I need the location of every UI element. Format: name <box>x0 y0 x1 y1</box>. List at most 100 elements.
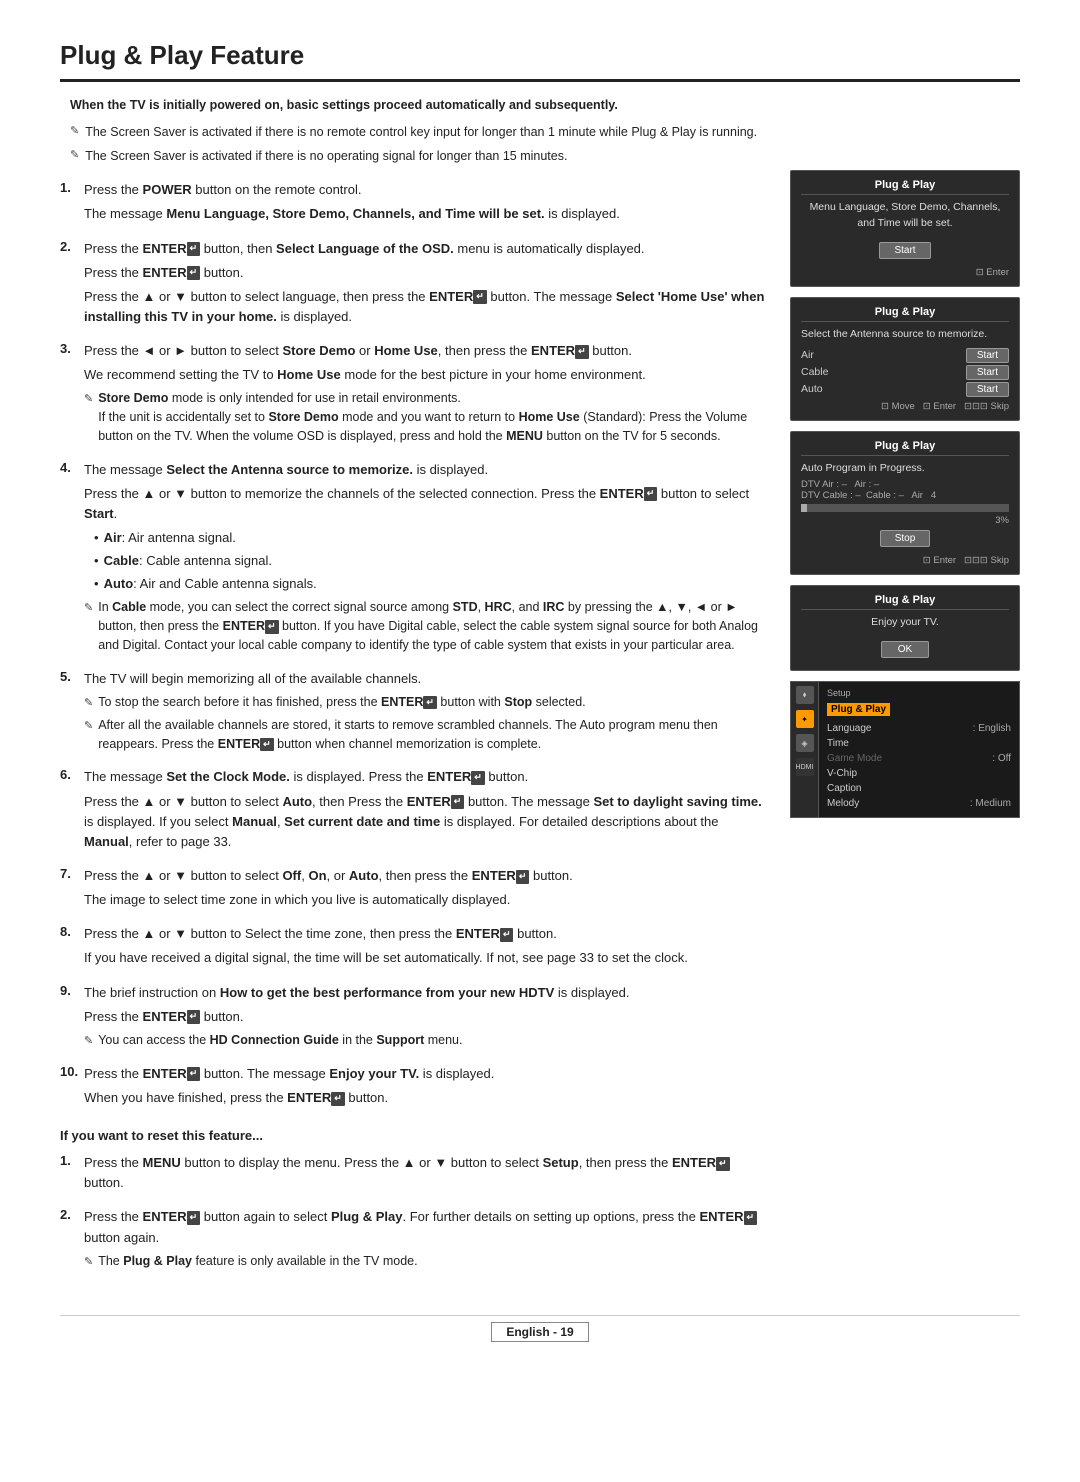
step-9: The brief instruction on How to get the … <box>60 983 770 1054</box>
note-2: ✎ The Screen Saver is activated if there… <box>60 147 1020 166</box>
tv-panel-3-dtv-row1: DTV Air : – Air : – <box>801 479 1009 490</box>
tv-panel-2-row-2: Cable Start <box>801 365 1009 380</box>
step-10-line-1: Press the ENTER↵ button. The message Enj… <box>84 1064 770 1084</box>
note-icon-1: ✎ <box>70 124 79 137</box>
setup-menu-title: Plug & Play <box>827 703 890 716</box>
tv-panel-3-footer: ⊡ Enter ⊡⊡⊡ Skip <box>801 555 1009 566</box>
step-7: Press the ▲ or ▼ button to select Off, O… <box>60 866 770 914</box>
reset-title: If you want to reset this feature... <box>60 1128 770 1143</box>
reset-step-2-line-1: Press the ENTER↵ button again to select … <box>84 1207 770 1247</box>
setup-panel: ⬧ ✦ ◈ HDMI Setup Plug & Play Language : … <box>790 681 1020 818</box>
step-3-note-icon: ✎ <box>84 391 93 408</box>
page-number: English - 19 <box>491 1322 588 1342</box>
setup-sidebar: ⬧ ✦ ◈ HDMI <box>791 682 819 817</box>
note-icon-2: ✎ <box>70 148 79 161</box>
step-4-line-2: Press the ▲ or ▼ button to memorize the … <box>84 484 770 524</box>
step-4-content: The message Select the Antenna source to… <box>84 460 770 659</box>
step-1-content: Press the POWER button on the remote con… <box>84 180 770 228</box>
setup-menu-vchip-label: V-Chip <box>827 768 857 779</box>
setup-icon-1: ⬧ <box>796 686 814 704</box>
step-4-note-icon: ✎ <box>84 600 93 617</box>
note-text-2: The Screen Saver is activated if there i… <box>85 147 567 166</box>
step-5-note-text-1: To stop the search before it has finishe… <box>98 693 585 712</box>
setup-menu-vchip: V-Chip <box>827 766 1011 781</box>
step-2-content: Press the ENTER↵ button, then Select Lan… <box>84 239 770 332</box>
step-3-line-1: Press the ◄ or ► button to select Store … <box>84 341 770 361</box>
step-5-note-icon-2: ✎ <box>84 718 93 735</box>
setup-menu-melody: Melody : Medium <box>827 796 1011 811</box>
tv-panel-3-title: Plug & Play <box>801 440 1009 456</box>
step-5-subnote-2: ✎ After all the available channels are s… <box>84 716 770 754</box>
step-8-line-2: If you have received a digital signal, t… <box>84 948 770 968</box>
setup-icon-2: ✦ <box>796 710 814 728</box>
note-text-1: The Screen Saver is activated if there i… <box>85 123 757 142</box>
tv-panel-4-body: Enjoy your TV. <box>801 615 1009 631</box>
step-3-content: Press the ◄ or ► button to select Store … <box>84 341 770 450</box>
reset-step-1-line-1: Press the MENU button to display the men… <box>84 1153 770 1193</box>
step-2-line-3: Press the ▲ or ▼ button to select langua… <box>84 287 770 327</box>
tv-panel-3-percent: 3% <box>801 515 1009 526</box>
tv-panel-3-stop-btn: Stop <box>880 530 931 547</box>
step-7-content: Press the ▲ or ▼ button to select Off, O… <box>84 866 770 914</box>
step-4-bullets: Air: Air antenna signal. Cable: Cable an… <box>84 528 770 594</box>
step-5-content: The TV will begin memorizing all of the … <box>84 669 770 758</box>
reset-step-2-content: Press the ENTER↵ button again to select … <box>84 1207 770 1274</box>
tv-panel-3-progress-bar <box>801 504 1009 512</box>
setup-menu-caption: Caption <box>827 781 1011 796</box>
tv-panel-1-title: Plug & Play <box>801 179 1009 195</box>
tv-panel-2-row-2-label: Cable <box>801 366 828 378</box>
step-9-note-text: You can access the HD Connection Guide i… <box>98 1031 462 1050</box>
step-4-subnote: ✎ In Cable mode, you can select the corr… <box>84 598 770 654</box>
step-6-content: The message Set the Clock Mode. is displ… <box>84 767 770 856</box>
setup-label: Setup <box>827 688 1011 698</box>
step-3: Press the ◄ or ► button to select Store … <box>60 341 770 450</box>
tv-panel-3-body: Auto Program in Progress. <box>801 461 1009 477</box>
intro-bold: When the TV is initially powered on, bas… <box>70 96 618 115</box>
tv-panel-2-row-1-btn: Start <box>966 348 1009 363</box>
setup-icon-3: ◈ <box>796 734 814 752</box>
reset-steps-list: Press the MENU button to display the men… <box>60 1153 770 1275</box>
setup-menu-language-label: Language <box>827 723 872 734</box>
tv-panel-2-row-1: Air Start <box>801 348 1009 363</box>
step-7-line-2: The image to select time zone in which y… <box>84 890 770 910</box>
tv-panel-1-body: Menu Language, Store Demo, Channels, and… <box>801 200 1009 232</box>
tv-panel-2: Plug & Play Select the Antenna source to… <box>790 297 1020 421</box>
setup-menu-caption-label: Caption <box>827 783 861 794</box>
right-column: Plug & Play Menu Language, Store Demo, C… <box>790 170 1020 1285</box>
tv-panel-3-progress-fill <box>801 504 807 512</box>
step-4: The message Select the Antenna source to… <box>60 460 770 659</box>
bullet-cable: Cable: Cable antenna signal. <box>94 551 770 571</box>
setup-menu-language: Language : English <box>827 721 1011 736</box>
step-8: Press the ▲ or ▼ button to Select the ti… <box>60 924 770 972</box>
step-1: Press the POWER button on the remote con… <box>60 180 770 228</box>
tv-panel-4-title: Plug & Play <box>801 594 1009 610</box>
tv-panel-3-dtv-row2: DTV Cable : – Cable : – Air 4 <box>801 490 1009 501</box>
setup-menu-gamemode-val: : Off <box>992 753 1011 764</box>
step-3-line-2: We recommend setting the TV to Home Use … <box>84 365 770 385</box>
bullet-auto: Auto: Air and Cable antenna signals. <box>94 574 770 594</box>
reset-step-1-content: Press the MENU button to display the men… <box>84 1153 770 1197</box>
tv-panel-2-body: Select the Antenna source to memorize. <box>801 327 1009 343</box>
tv-panel-4: Plug & Play Enjoy your TV. OK <box>790 585 1020 671</box>
setup-icon-4: HDMI <box>796 758 814 776</box>
note-1: ✎ The Screen Saver is activated if there… <box>60 123 1020 142</box>
setup-menu-time-label: Time <box>827 738 849 749</box>
left-column: Press the POWER button on the remote con… <box>60 170 770 1285</box>
tv-panel-3: Plug & Play Auto Program in Progress. DT… <box>790 431 1020 576</box>
tv-panel-2-footer: ⊡ Move ⊡ Enter ⊡⊡⊡ Skip <box>801 401 1009 412</box>
setup-menu-melody-val: : Medium <box>970 798 1011 809</box>
step-5-note-icon-1: ✎ <box>84 695 93 712</box>
setup-menu-language-val: : English <box>973 723 1011 734</box>
setup-menu-gamemode-label: Game Mode <box>827 753 882 764</box>
setup-menu-time: Time <box>827 736 1011 751</box>
step-7-line-1: Press the ▲ or ▼ button to select Off, O… <box>84 866 770 886</box>
step-2-line-1: Press the ENTER↵ button, then Select Lan… <box>84 239 770 259</box>
tv-panel-2-row-3-label: Auto <box>801 383 823 395</box>
tv-panel-1-btn: Start <box>879 242 930 259</box>
page-footer: English - 19 <box>60 1315 1020 1339</box>
step-1-line-1: Press the POWER button on the remote con… <box>84 180 770 200</box>
step-10-content: Press the ENTER↵ button. The message Enj… <box>84 1064 770 1112</box>
step-9-subnote: ✎ You can access the HD Connection Guide… <box>84 1031 770 1050</box>
step-9-content: The brief instruction on How to get the … <box>84 983 770 1054</box>
tv-panel-2-title: Plug & Play <box>801 306 1009 322</box>
